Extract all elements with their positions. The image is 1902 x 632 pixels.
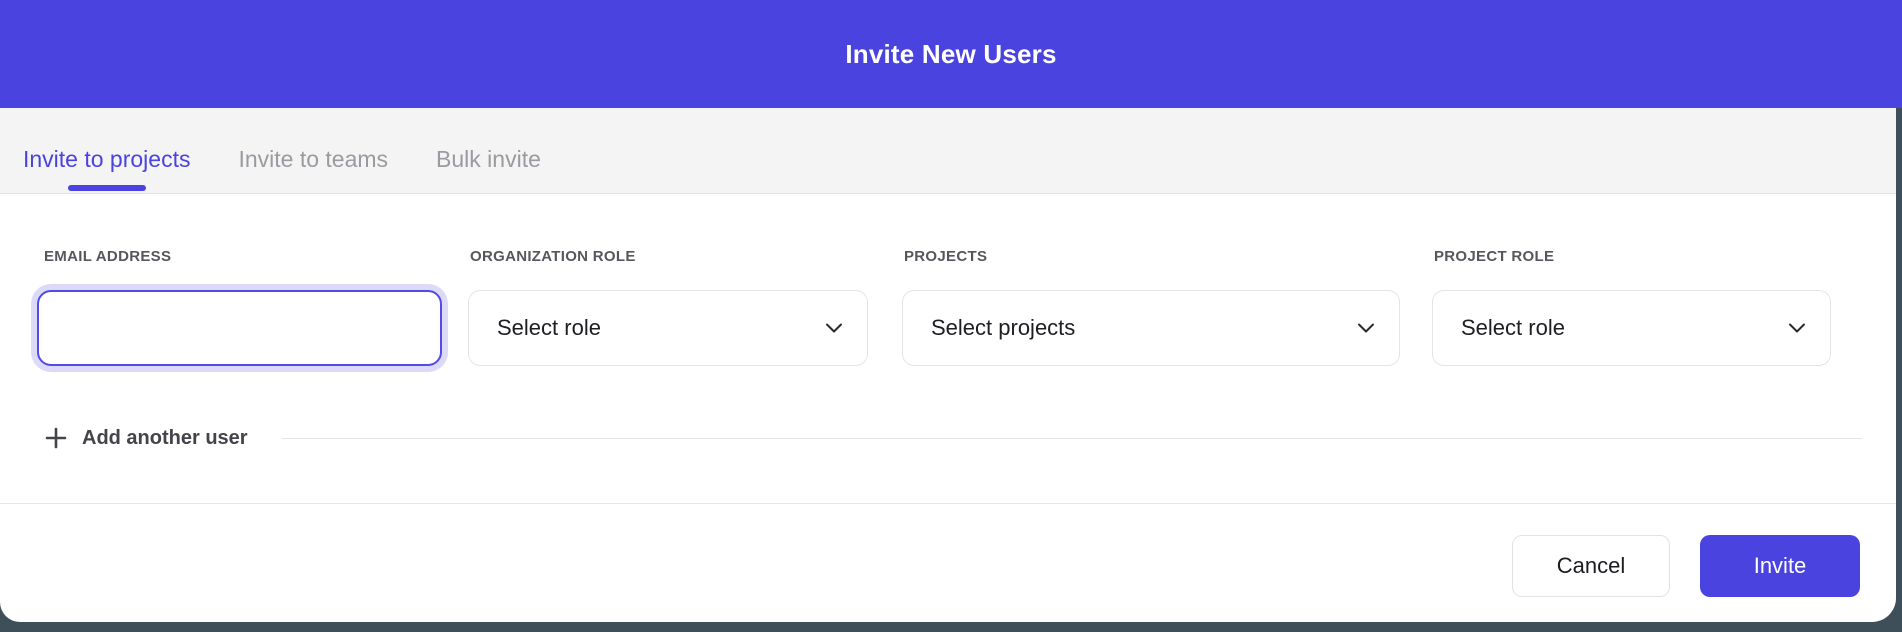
tab-label: Invite to projects [23, 146, 190, 173]
project-role-label: PROJECT ROLE [1430, 248, 1554, 265]
dialog-title: Invite New Users [845, 39, 1056, 70]
dialog-body: Invite to projects Invite to teams Bulk … [0, 108, 1896, 622]
cancel-button[interactable]: Cancel [1512, 535, 1670, 597]
active-tab-indicator [68, 185, 146, 191]
projects-label: PROJECTS [900, 248, 987, 265]
tab-invite-to-teams[interactable]: Invite to teams [238, 108, 388, 193]
chevron-down-icon [825, 322, 843, 334]
tab-bulk-invite[interactable]: Bulk invite [436, 108, 541, 193]
organization-role-label: ORGANIZATION ROLE [466, 248, 636, 265]
tab-invite-to-projects[interactable]: Invite to projects [23, 108, 190, 193]
email-address-input[interactable] [37, 290, 442, 366]
chevron-down-icon [1357, 322, 1375, 334]
invite-button[interactable]: Invite [1700, 535, 1860, 597]
tab-label: Bulk invite [436, 146, 541, 173]
chevron-down-icon [1788, 322, 1806, 334]
add-user-row: Add another user [44, 423, 1862, 453]
project-role-select[interactable]: Select role [1432, 290, 1831, 366]
dialog-header: Invite New Users [0, 0, 1902, 108]
add-another-user-label: Add another user [82, 427, 248, 450]
email-address-label: EMAIL ADDRESS [40, 248, 171, 265]
select-value: Select role [497, 315, 601, 341]
tab-label: Invite to teams [238, 146, 388, 173]
organization-role-select[interactable]: Select role [468, 290, 868, 366]
tab-bar: Invite to projects Invite to teams Bulk … [0, 108, 1896, 194]
page-background: Invite New Users Invite to projects Invi… [0, 0, 1902, 632]
select-value: Select projects [931, 315, 1075, 341]
plus-icon [44, 426, 68, 450]
footer-divider [0, 503, 1896, 504]
add-another-user-button[interactable]: Add another user [44, 426, 248, 450]
divider [282, 438, 1862, 439]
projects-select[interactable]: Select projects [902, 290, 1400, 366]
select-value: Select role [1461, 315, 1565, 341]
